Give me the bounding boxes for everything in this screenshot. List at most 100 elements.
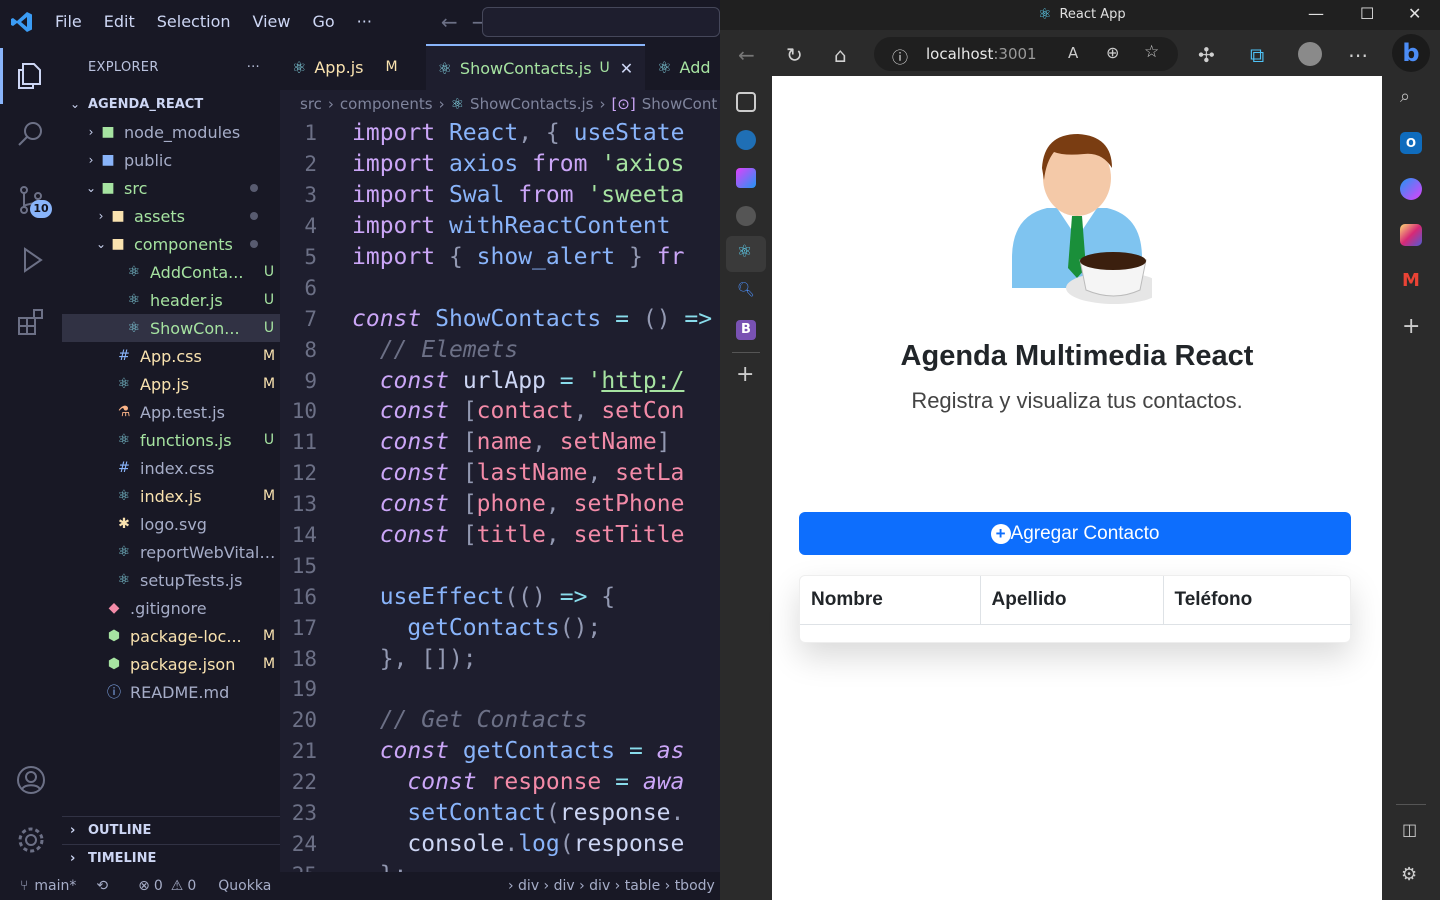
- tree-item-index-js[interactable]: ⚛ index.js M: [62, 482, 280, 510]
- run-debug-icon[interactable]: [0, 232, 62, 288]
- settings-gear-icon[interactable]: ⚙: [1401, 864, 1417, 885]
- tab-app-js[interactable]: ⚛ App.js M: [280, 44, 410, 90]
- minimize-icon[interactable]: —: [1308, 4, 1324, 23]
- menu-file[interactable]: File: [44, 0, 93, 44]
- explorer-more-button[interactable]: ···: [247, 60, 260, 75]
- root-folder[interactable]: ⌄ AGENDA_REACT: [62, 90, 280, 118]
- tab-favicon-3[interactable]: [736, 206, 756, 226]
- breadcrumb-item[interactable]: components: [340, 95, 433, 113]
- react-file-icon: ⚛: [127, 292, 141, 308]
- sync-icon[interactable]: ⟲: [96, 878, 108, 894]
- gmail-icon[interactable]: M: [1400, 270, 1422, 292]
- tree-item-logo[interactable]: ✱ logo.svg: [62, 510, 280, 538]
- element-path: › div › div › div › table › tbody: [508, 878, 715, 894]
- error-count[interactable]: 0: [154, 878, 163, 894]
- back-arrow-icon[interactable]: ←: [441, 10, 458, 34]
- code-line: 8 // Elemets: [304, 336, 519, 363]
- tab-showcontacts[interactable]: ⚛ ShowContacts.js U ✕: [425, 44, 646, 90]
- read-aloud-icon[interactable]: A: [1068, 44, 1078, 62]
- tree-item-assets[interactable]: › ■ assets: [62, 202, 280, 230]
- new-tab-plus-icon[interactable]: +: [736, 362, 754, 387]
- profile-avatar[interactable]: [1298, 42, 1322, 66]
- folder-assets-icon: ■: [111, 208, 125, 224]
- tree-item-package-lock[interactable]: ⬢ package-loc... M: [62, 622, 280, 650]
- tree-item-public[interactable]: › ■ public: [62, 146, 280, 174]
- tab-favicon-2[interactable]: [736, 168, 756, 188]
- tree-item-showcontacts[interactable]: ⚛ ShowCon... U: [62, 314, 280, 342]
- search-icon[interactable]: ⌕: [1400, 86, 1410, 107]
- tree-item-addcontact[interactable]: ⚛ AddConta... U: [62, 258, 280, 286]
- tree-item-index-css[interactable]: # index.css: [62, 454, 280, 482]
- tree-item-app-js[interactable]: ⚛ App.js M: [62, 370, 280, 398]
- tree-item-app-css[interactable]: # App.css M: [62, 342, 280, 370]
- tree-item-components[interactable]: ⌄ ■ components: [62, 230, 280, 258]
- add-contact-button[interactable]: + Agregar Contacto: [799, 512, 1351, 555]
- breadcrumb-item[interactable]: ShowCont: [642, 95, 718, 113]
- outline-section[interactable]: › OUTLINE: [62, 816, 280, 844]
- bing-copilot-icon[interactable]: b: [1392, 34, 1430, 72]
- close-window-icon[interactable]: ✕: [1408, 4, 1421, 23]
- quokka-status[interactable]: Quokka: [218, 878, 271, 894]
- tree-item-functions[interactable]: ⚛ functions.js U: [62, 426, 280, 454]
- collections-icon[interactable]: ⧉: [1250, 43, 1264, 67]
- hide-sidebar-icon[interactable]: ◫: [1402, 820, 1417, 839]
- home-icon[interactable]: ⌂: [834, 43, 847, 67]
- outlook-icon[interactable]: O: [1400, 132, 1422, 154]
- tree-item-app-test[interactable]: ⚗ App.test.js: [62, 398, 280, 426]
- back-icon[interactable]: ←: [738, 43, 755, 67]
- menu-go[interactable]: Go: [301, 0, 345, 44]
- add-sidebar-app-icon[interactable]: +: [1402, 314, 1420, 339]
- source-control-icon[interactable]: [0, 172, 62, 228]
- site-info-icon[interactable]: ⓘ: [892, 44, 908, 68]
- tree-item-setuptests[interactable]: ⚛ setupTests.js: [62, 566, 280, 594]
- tree-item-label: package-loc...: [130, 626, 242, 646]
- messenger-icon[interactable]: [1400, 178, 1422, 200]
- command-center-search[interactable]: [482, 7, 720, 37]
- account-icon[interactable]: [0, 752, 62, 808]
- warning-count[interactable]: 0: [187, 878, 196, 894]
- breadcrumb-item[interactable]: src: [300, 95, 322, 113]
- timeline-section[interactable]: › TIMELINE: [62, 844, 280, 872]
- favorites-add-icon[interactable]: ☆: [1144, 42, 1159, 62]
- more-menu-icon[interactable]: ⋯: [1348, 43, 1368, 67]
- breadcrumb-item[interactable]: ShowContacts.js: [470, 95, 593, 113]
- tree-item-gitignore[interactable]: ◆ .gitignore: [62, 594, 280, 622]
- address-bar[interactable]: ⓘ localhost:3001 A ⊕ ☆: [874, 37, 1178, 71]
- explorer-icon[interactable]: [0, 48, 62, 104]
- menu-view[interactable]: View: [242, 0, 302, 44]
- tab-add[interactable]: ⚛ Add: [645, 44, 720, 90]
- extensions-icon[interactable]: [0, 294, 62, 350]
- tab-favicon-1[interactable]: [736, 130, 756, 150]
- menu-edit[interactable]: Edit: [93, 0, 146, 44]
- extensions-puzzle-icon[interactable]: ✣: [1198, 43, 1215, 67]
- tree-item-readme[interactable]: ⓘ README.md: [62, 678, 280, 706]
- page-title: Agenda Multimedia React: [900, 340, 1254, 372]
- close-icon[interactable]: ✕: [620, 59, 633, 78]
- refresh-icon[interactable]: ↻: [786, 43, 803, 67]
- maximize-icon[interactable]: ☐: [1360, 4, 1374, 23]
- nodejs-icon: ⬢: [107, 656, 121, 672]
- tree-item-reportwebvitals[interactable]: ⚛ reportWebVitals.js: [62, 538, 280, 566]
- tab-search-icon[interactable]: 🔍︎: [736, 282, 756, 302]
- menu-more[interactable]: ···: [346, 0, 383, 44]
- bootstrap-tab-icon[interactable]: B: [736, 320, 756, 340]
- code-editor[interactable]: 1 import React, { useState 2 import axios …: [280, 118, 720, 872]
- tree-item-src[interactable]: ⌄ ■ src: [62, 174, 280, 202]
- code-line: 11 const [name, setName]: [291, 429, 671, 456]
- zoom-icon[interactable]: ⊕: [1106, 43, 1119, 62]
- activity-bar: 10: [0, 44, 62, 872]
- menu-selection[interactable]: Selection: [146, 0, 242, 44]
- tree-item-node-modules[interactable]: › ■ node_modules: [62, 118, 280, 146]
- branch-name[interactable]: main*: [34, 878, 76, 894]
- settings-gear-icon[interactable]: [0, 812, 62, 868]
- active-tab[interactable]: ⚛: [726, 236, 766, 272]
- explorer-title: EXPLORER: [88, 59, 159, 75]
- test-flask-icon: ⚗: [117, 404, 131, 420]
- tree-item-package-json[interactable]: ⬢ package.json M: [62, 650, 280, 678]
- instagram-icon[interactable]: [1400, 224, 1422, 246]
- tree-item-header[interactable]: ⚛ header.js U: [62, 286, 280, 314]
- tab-actions-icon[interactable]: [736, 92, 756, 112]
- warning-icon: ⚠: [170, 878, 184, 894]
- git-status: M: [262, 628, 276, 644]
- search-icon[interactable]: [0, 106, 62, 162]
